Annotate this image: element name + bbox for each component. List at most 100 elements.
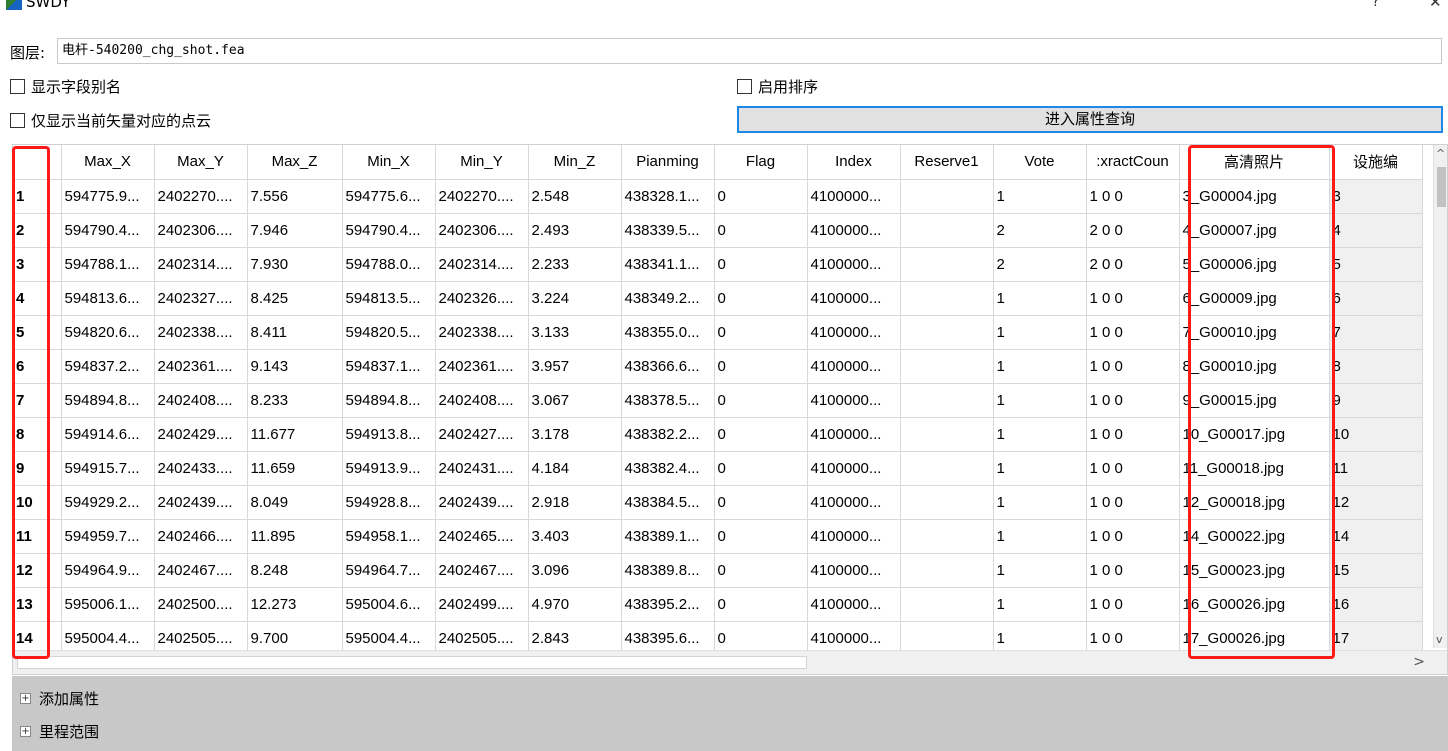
table-cell[interactable]: 9.143 (247, 349, 343, 384)
table-cell[interactable]: 4100000... (807, 281, 901, 316)
table-cell[interactable]: 2402439.... (154, 485, 248, 520)
table-cell[interactable]: 2402338.... (435, 315, 529, 350)
table-cell[interactable]: 2402408.... (154, 383, 248, 418)
row-number[interactable]: 9 (13, 451, 62, 486)
table-cell[interactable]: 2402466.... (154, 519, 248, 554)
only-current-vector-option[interactable]: 仅显示当前矢量对应的点云 (10, 110, 211, 131)
table-cell[interactable]: 2402270.... (435, 179, 529, 214)
table-cell[interactable]: 438389.1... (621, 519, 715, 554)
table-cell[interactable]: 2 (993, 213, 1087, 248)
row-number[interactable]: 5 (13, 315, 62, 350)
table-cell[interactable]: 1 (993, 315, 1087, 350)
table-cell[interactable]: 4_G00007.jpg (1179, 213, 1330, 248)
table-cell[interactable] (900, 553, 994, 588)
table-cell[interactable]: 0 (714, 451, 808, 486)
column-header[interactable]: 高清照片 (1179, 145, 1330, 180)
expand-icon[interactable]: + (20, 726, 31, 737)
table-cell[interactable]: 2402306.... (435, 213, 529, 248)
column-header[interactable] (13, 145, 62, 180)
table-cell[interactable]: 594928.8... (342, 485, 436, 520)
table-row[interactable]: 8 594914.6... 2402429.... 11.677 594913.8...… (13, 417, 1423, 452)
enable-sort-option[interactable]: 启用排序 (737, 76, 818, 97)
table-cell[interactable]: 1 (993, 485, 1087, 520)
table-cell[interactable]: 1 (993, 417, 1087, 452)
table-cell[interactable]: 0 (714, 247, 808, 282)
table-cell[interactable]: 438349.2... (621, 281, 715, 316)
table-cell[interactable]: 438355.0... (621, 315, 715, 350)
row-number[interactable]: 8 (13, 417, 62, 452)
table-cell[interactable]: 8 (1329, 349, 1423, 384)
column-header[interactable]: 设施编 (1329, 145, 1423, 180)
table-cell[interactable]: 15_G00023.jpg (1179, 553, 1330, 588)
table-cell[interactable]: 0 (714, 485, 808, 520)
table-cell[interactable]: 4100000... (807, 519, 901, 554)
table-cell[interactable]: 2402500.... (154, 587, 248, 622)
scroll-right-icon[interactable]: > (1413, 654, 1425, 670)
table-cell[interactable]: 1 0 0 (1086, 553, 1180, 588)
table-cell[interactable]: 595006.1... (61, 587, 155, 622)
table-cell[interactable]: 7.930 (247, 247, 343, 282)
table-cell[interactable] (900, 179, 994, 214)
table-cell[interactable] (900, 315, 994, 350)
table-cell[interactable]: 594837.2... (61, 349, 155, 384)
table-cell[interactable]: 1 0 0 (1086, 587, 1180, 622)
table-cell[interactable]: 2402408.... (435, 383, 529, 418)
table-cell[interactable]: 2402439.... (435, 485, 529, 520)
table-cell[interactable] (900, 247, 994, 282)
table-cell[interactable]: 438366.6... (621, 349, 715, 384)
row-number[interactable]: 2 (13, 213, 62, 248)
table-cell[interactable]: 594913.9... (342, 451, 436, 486)
table-row[interactable]: 4 594813.6... 2402327.... 8.425 594813.5... 2… (13, 281, 1423, 316)
show-alias-checkbox[interactable] (10, 79, 25, 94)
table-cell[interactable]: 2402499.... (435, 587, 529, 622)
table-cell[interactable]: 594959.7... (61, 519, 155, 554)
table-cell[interactable]: 8.425 (247, 281, 343, 316)
table-cell[interactable]: 594958.1... (342, 519, 436, 554)
table-cell[interactable]: 2 (993, 247, 1087, 282)
table-cell[interactable]: 2402433.... (154, 451, 248, 486)
table-cell[interactable]: 2402270.... (154, 179, 248, 214)
table-cell[interactable]: 3.178 (528, 417, 622, 452)
table-cell[interactable]: 594964.7... (342, 553, 436, 588)
horizontal-scrollbar[interactable]: < > (13, 650, 1447, 674)
enable-sort-checkbox[interactable] (737, 79, 752, 94)
table-cell[interactable]: 3.096 (528, 553, 622, 588)
table-cell[interactable]: 3.957 (528, 349, 622, 384)
table-cell[interactable]: 2402361.... (154, 349, 248, 384)
table-cell[interactable]: 3.067 (528, 383, 622, 418)
row-number[interactable]: 11 (13, 519, 62, 554)
table-cell[interactable]: 2402429.... (154, 417, 248, 452)
table-cell[interactable]: 2.918 (528, 485, 622, 520)
table-cell[interactable]: 9_G00015.jpg (1179, 383, 1330, 418)
table-cell[interactable]: 594964.9... (61, 553, 155, 588)
table-cell[interactable]: 594790.4... (61, 213, 155, 248)
table-cell[interactable]: 14_G00022.jpg (1179, 519, 1330, 554)
table-cell[interactable]: 438395.2... (621, 587, 715, 622)
table-cell[interactable]: 595004.6... (342, 587, 436, 622)
table-cell[interactable]: 594820.6... (61, 315, 155, 350)
table-cell[interactable]: 594913.8... (342, 417, 436, 452)
show-alias-option[interactable]: 显示字段别名 (10, 76, 121, 97)
table-cell[interactable]: 14 (1329, 519, 1423, 554)
table-cell[interactable]: 438389.8... (621, 553, 715, 588)
table-cell[interactable]: 1 (993, 383, 1087, 418)
table-cell[interactable]: 7 (1329, 315, 1423, 350)
table-cell[interactable]: 594775.9... (61, 179, 155, 214)
help-button[interactable]: ? (1372, 0, 1379, 11)
table-cell[interactable]: 6 (1329, 281, 1423, 316)
table-cell[interactable]: 8_G00010.jpg (1179, 349, 1330, 384)
row-number[interactable]: 7 (13, 383, 62, 418)
table-cell[interactable]: 4100000... (807, 179, 901, 214)
table-cell[interactable]: 3.133 (528, 315, 622, 350)
table-cell[interactable]: 2.548 (528, 179, 622, 214)
table-cell[interactable]: 2.233 (528, 247, 622, 282)
table-cell[interactable]: 4100000... (807, 213, 901, 248)
table-cell[interactable]: 0 (714, 587, 808, 622)
table-cell[interactable]: 0 (714, 179, 808, 214)
table-cell[interactable]: 1 0 0 (1086, 519, 1180, 554)
table-cell[interactable]: 2402314.... (154, 247, 248, 282)
table-cell[interactable]: 11.895 (247, 519, 343, 554)
table-cell[interactable]: 9 (1329, 383, 1423, 418)
table-cell[interactable]: 7_G00010.jpg (1179, 315, 1330, 350)
table-cell[interactable] (900, 485, 994, 520)
